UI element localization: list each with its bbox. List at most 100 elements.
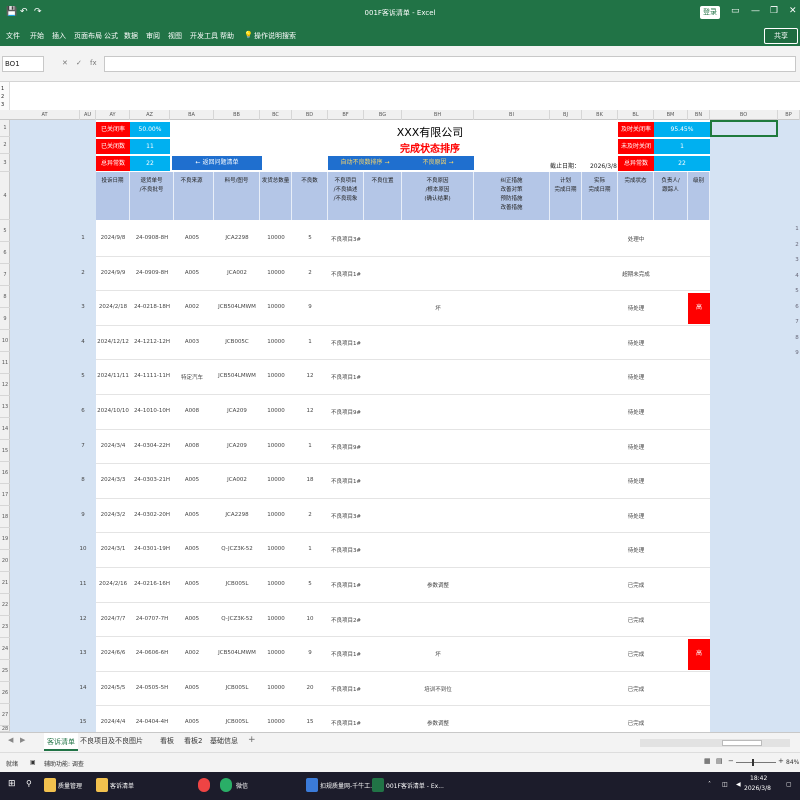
- cell-item[interactable]: 不良项目3#: [328, 546, 364, 554]
- col-header[interactable]: BK: [582, 110, 618, 120]
- row-header[interactable]: 13: [0, 396, 10, 418]
- tab-file[interactable]: 文件: [6, 31, 20, 41]
- cell-item[interactable]: 不良项目1#: [328, 477, 364, 485]
- row-header[interactable]: 9: [0, 308, 10, 330]
- tab-page-layout[interactable]: 页面布局: [74, 31, 102, 41]
- scroll-thumb[interactable]: [722, 740, 762, 746]
- cause-button[interactable]: 不良原因 →: [402, 156, 474, 170]
- cell-src[interactable]: A008: [170, 408, 214, 414]
- cell-lot[interactable]: 24-0303-21H: [130, 477, 174, 483]
- row-header[interactable]: 6: [0, 242, 10, 264]
- cell-src[interactable]: 特定汽车: [170, 373, 214, 381]
- table-row[interactable]: 4 2024/12/12 24-1212-12H A003 JCB005C 10000 1 不…: [81, 326, 710, 361]
- cell-lot[interactable]: 24-0505-5H: [130, 685, 174, 691]
- clock-date[interactable]: 2026/3/8: [744, 785, 771, 792]
- cell-date[interactable]: 2024/12/12: [96, 339, 130, 345]
- taskbar-item-excel[interactable]: 001F客诉清单 - Ex...: [386, 781, 444, 790]
- row-header[interactable]: 2: [0, 137, 10, 154]
- cell-ng[interactable]: 1: [292, 443, 328, 449]
- row-header[interactable]: 12: [0, 374, 10, 396]
- table-row[interactable]: 15 2024/4/4 24-0404-4H A005 JCB005L 10000 15 不良…: [80, 706, 710, 732]
- row-header[interactable]: 27: [0, 704, 10, 726]
- maximize-icon[interactable]: ❐: [770, 6, 778, 16]
- outline-level-2[interactable]: 2: [1, 94, 4, 100]
- col-header[interactable]: BD: [292, 110, 328, 120]
- row-header[interactable]: 11: [0, 352, 10, 374]
- cell-status[interactable]: 超期未完成: [618, 270, 654, 278]
- row-header[interactable]: 15: [0, 440, 10, 462]
- row-header[interactable]: 17: [0, 484, 10, 506]
- row-header[interactable]: 4: [0, 172, 10, 220]
- tab-data[interactable]: 数据: [124, 31, 138, 41]
- cell-lot[interactable]: 24-0707-7H: [130, 616, 174, 622]
- cell-ng[interactable]: 5: [292, 581, 328, 587]
- col-header[interactable]: BF: [328, 110, 364, 120]
- cell-cause[interactable]: 参数调整: [402, 581, 474, 589]
- table-row[interactable]: 6 2024/10/10 24-1010-10H A008 JCA209 10000 12 不…: [81, 395, 710, 430]
- tab-developer[interactable]: 开发工具: [190, 31, 218, 41]
- col-header[interactable]: BL: [618, 110, 654, 120]
- cell-part[interactable]: JCB005L: [214, 685, 260, 691]
- formula-input[interactable]: [104, 56, 796, 72]
- cell-part[interactable]: JCA002: [214, 477, 260, 483]
- table-row[interactable]: 7 2024/3/4 24-0304-22H A008 JCA209 10000 1 不良项目…: [81, 430, 710, 465]
- cell-date[interactable]: 2024/2/16: [96, 581, 130, 587]
- cell-src[interactable]: A005: [170, 477, 214, 483]
- fx-icon[interactable]: fx: [90, 59, 97, 67]
- cell-status[interactable]: 已完成: [618, 581, 654, 589]
- cell-status[interactable]: 待处理: [618, 339, 654, 347]
- row-header[interactable]: 23: [0, 616, 10, 638]
- cell-date[interactable]: 2024/4/4: [96, 719, 130, 725]
- tab-insert[interactable]: 插入: [52, 31, 66, 41]
- row-header[interactable]: 25: [0, 660, 10, 682]
- col-header[interactable]: BP: [778, 110, 800, 120]
- login-button[interactable]: 登录: [700, 6, 720, 19]
- tab-review[interactable]: 审阅: [146, 31, 160, 41]
- cell-qty[interactable]: 10000: [260, 408, 292, 414]
- normal-view-icon[interactable]: ▦: [704, 757, 711, 765]
- cell-qty[interactable]: 10000: [260, 546, 292, 552]
- table-row[interactable]: 10 2024/3/1 24-0301-19H A005 Q-JCZ3K-52 10000…: [80, 533, 710, 568]
- cell-lot[interactable]: 24-0301-19H: [130, 546, 174, 552]
- cell-lot[interactable]: 24-0216-16H: [130, 581, 174, 587]
- col-header[interactable]: BA: [170, 110, 214, 120]
- cell-part[interactable]: JCB504LMWM: [214, 650, 260, 656]
- taskbar-item-complaints[interactable]: 客诉清单: [110, 781, 134, 790]
- cell-lot[interactable]: 24-1010-10H: [130, 408, 174, 414]
- cell-src[interactable]: A002: [170, 650, 214, 656]
- col-header[interactable]: BN: [688, 110, 710, 120]
- cell-ng[interactable]: 1: [292, 546, 328, 552]
- cell-qty[interactable]: 10000: [260, 339, 292, 345]
- cell-src[interactable]: A005: [170, 719, 214, 725]
- cell-src[interactable]: A002: [170, 304, 214, 310]
- row-header[interactable]: 26: [0, 682, 10, 704]
- cell-ng[interactable]: 2: [292, 512, 328, 518]
- zoom-thumb[interactable]: [752, 759, 754, 766]
- cell-item[interactable]: 不良项目1#: [328, 685, 364, 693]
- windows-start-icon[interactable]: ⊞: [8, 779, 16, 789]
- cell-part[interactable]: JCB005L: [214, 581, 260, 587]
- cell-date[interactable]: 2024/5/5: [96, 685, 130, 691]
- row-header[interactable]: 5: [0, 220, 10, 242]
- cell-date[interactable]: 2024/3/2: [96, 512, 130, 518]
- tab-home[interactable]: 开始: [30, 31, 44, 41]
- col-header[interactable]: AY: [96, 110, 130, 120]
- folder-icon[interactable]: [96, 778, 108, 792]
- cell-part[interactable]: JCA209: [214, 443, 260, 449]
- cell-item[interactable]: 不良项目2#: [328, 616, 364, 624]
- cell-lot[interactable]: 24-0404-4H: [130, 719, 174, 725]
- cell-src[interactable]: A005: [170, 685, 214, 691]
- cell-status[interactable]: 待处理: [618, 373, 654, 381]
- zoom-slider[interactable]: [736, 759, 776, 766]
- name-box[interactable]: BO1: [2, 56, 44, 72]
- cell-lot[interactable]: 24-0909-8H: [130, 270, 174, 276]
- cell-src[interactable]: A005: [170, 616, 214, 622]
- cell-lot[interactable]: 24-0302-20H: [130, 512, 174, 518]
- table-row[interactable]: 8 2024/3/3 24-0303-21H A005 JCA002 10000 18 不良项…: [81, 464, 710, 499]
- cell-lot[interactable]: 24-0908-8H: [130, 235, 174, 241]
- cell-date[interactable]: 2024/3/3: [96, 477, 130, 483]
- chrome-icon[interactable]: [198, 778, 210, 792]
- cell-src[interactable]: A005: [170, 235, 214, 241]
- row-header[interactable]: 8: [0, 286, 10, 308]
- cell-date[interactable]: 2024/3/4: [96, 443, 130, 449]
